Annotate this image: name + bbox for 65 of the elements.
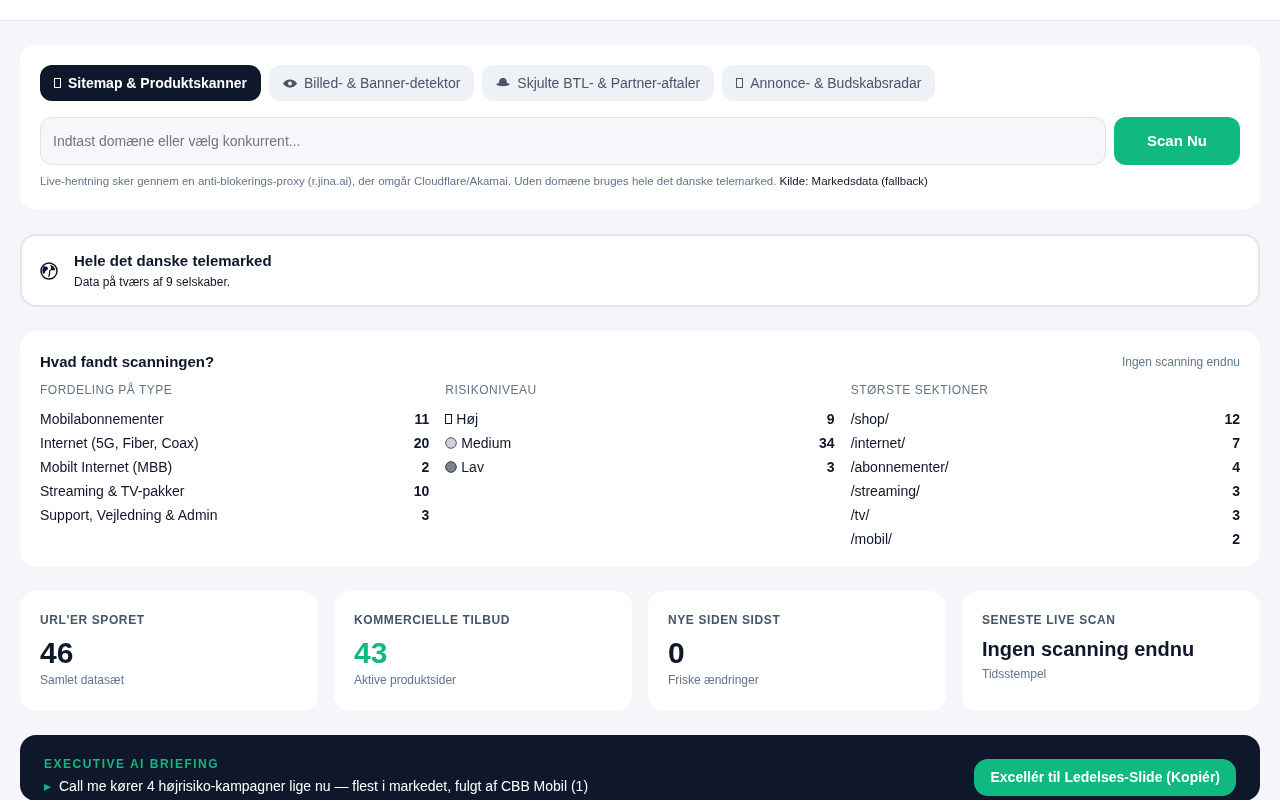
dot-icon: [445, 461, 458, 474]
stat-caption: Aktive produktsider: [354, 672, 458, 690]
row-value: 2: [421, 457, 430, 477]
row-label: /streaming/: [850, 481, 920, 501]
square-icon: [445, 414, 453, 425]
row-label: Mobilabonnementer: [40, 409, 164, 429]
column-heading: STØRSTE SEKTIONER: [850, 382, 990, 400]
stat-label: NYE SIDEN SIDST: [668, 612, 782, 630]
stat-caption: Samlet datasæt: [40, 672, 126, 690]
bullet-icon: ▸: [44, 778, 51, 795]
search-field[interactable]: Indtast domæne eller vælg konkurrent...: [40, 117, 1106, 165]
row-label: Medium: [461, 433, 512, 453]
stat-label: KOMMERCIELLE TILBUD: [354, 612, 512, 630]
row-value: 4: [1232, 457, 1240, 477]
column-heading: FORDELING PÅ TYPE: [40, 381, 174, 400]
square-icon: [736, 78, 744, 88]
row-value: 9: [826, 409, 835, 429]
row-value: 3: [421, 505, 430, 525]
stat-label: SENESTE LIVE SCAN: [982, 612, 1117, 630]
row-value: 7: [1232, 433, 1240, 453]
row-value: 3: [826, 457, 835, 477]
row-label: Høj: [456, 409, 479, 429]
row-value: 10: [413, 481, 430, 501]
row-label: /shop/: [850, 409, 889, 429]
row-label: /tv/: [850, 505, 870, 525]
row-value: 2: [1232, 529, 1240, 549]
row-value: 34: [819, 433, 835, 453]
section-title: Hvad fandt scanningen?: [40, 351, 215, 372]
hat-icon: [496, 77, 511, 89]
globe-icon: [40, 261, 58, 280]
tab[interactable]: Billed- & Banner-detektor: [268, 65, 475, 101]
tab[interactable]: Sitemap & Produktskanner: [40, 65, 261, 101]
scope-subtitle: Data på tværs af 9 selskaber.: [74, 273, 232, 291]
eye-icon: [282, 78, 297, 88]
source-text: Kilde: Markedsdata (fallback): [779, 175, 928, 187]
stat-value: Ingen scanning endnu: [982, 637, 1196, 662]
status-text: Ingen scanning endnu: [1121, 354, 1240, 371]
row-label: /abonnementer/: [850, 457, 949, 477]
row-label: /internet/: [850, 433, 906, 453]
row-value: 20: [413, 433, 430, 453]
info-text: Live-hentning sker gennem en anti-blokerings-proxy (r.jina.ai), der omgår Cloudflare/Akamai. Uden domæne bruges hele det danske telemarked. Kilde: Markedsdata (fallback): [40, 174, 929, 189]
stat-label: URL'ER SPORET: [40, 612, 146, 630]
row-label: Lav: [461, 457, 484, 477]
briefing-text: Call me kører 4 højrisiko-kampagner lige nu — flest i markedet, fulgt af CBB Mobil (1): [59, 778, 589, 795]
briefing-title: EXECUTIVE AI BRIEFING: [44, 756, 221, 774]
stat-value: 0: [668, 635, 686, 672]
stat-value: 46: [40, 635, 75, 672]
stat-caption: Tidsstempel: [982, 666, 1048, 684]
scope-title: Hele det danske telemarked: [74, 251, 272, 272]
column-heading: RISIKONIVEAU: [445, 382, 538, 400]
square-icon: [54, 78, 61, 88]
row-label: Support, Vejledning & Admin: [40, 505, 218, 525]
stat-value: 43: [354, 635, 389, 672]
row-value: 11: [414, 409, 430, 429]
row-label: Internet (5G, Fiber, Coax): [40, 433, 199, 453]
tab[interactable]: Skjulte BTL- & Partner-aftaler: [482, 65, 715, 101]
stat-caption: Friske ændringer: [668, 672, 760, 690]
row-label: Streaming & TV-pakker: [40, 481, 185, 501]
tab[interactable]: Annonce- & Budskabsradar: [722, 65, 936, 101]
row-label: /mobil/: [850, 529, 892, 549]
row-label: Mobilt Internet (MBB): [40, 457, 173, 477]
row-value: 12: [1224, 409, 1240, 429]
dot-icon: [445, 437, 458, 450]
row-value: 3: [1232, 505, 1240, 525]
row-value: 3: [1232, 481, 1240, 501]
